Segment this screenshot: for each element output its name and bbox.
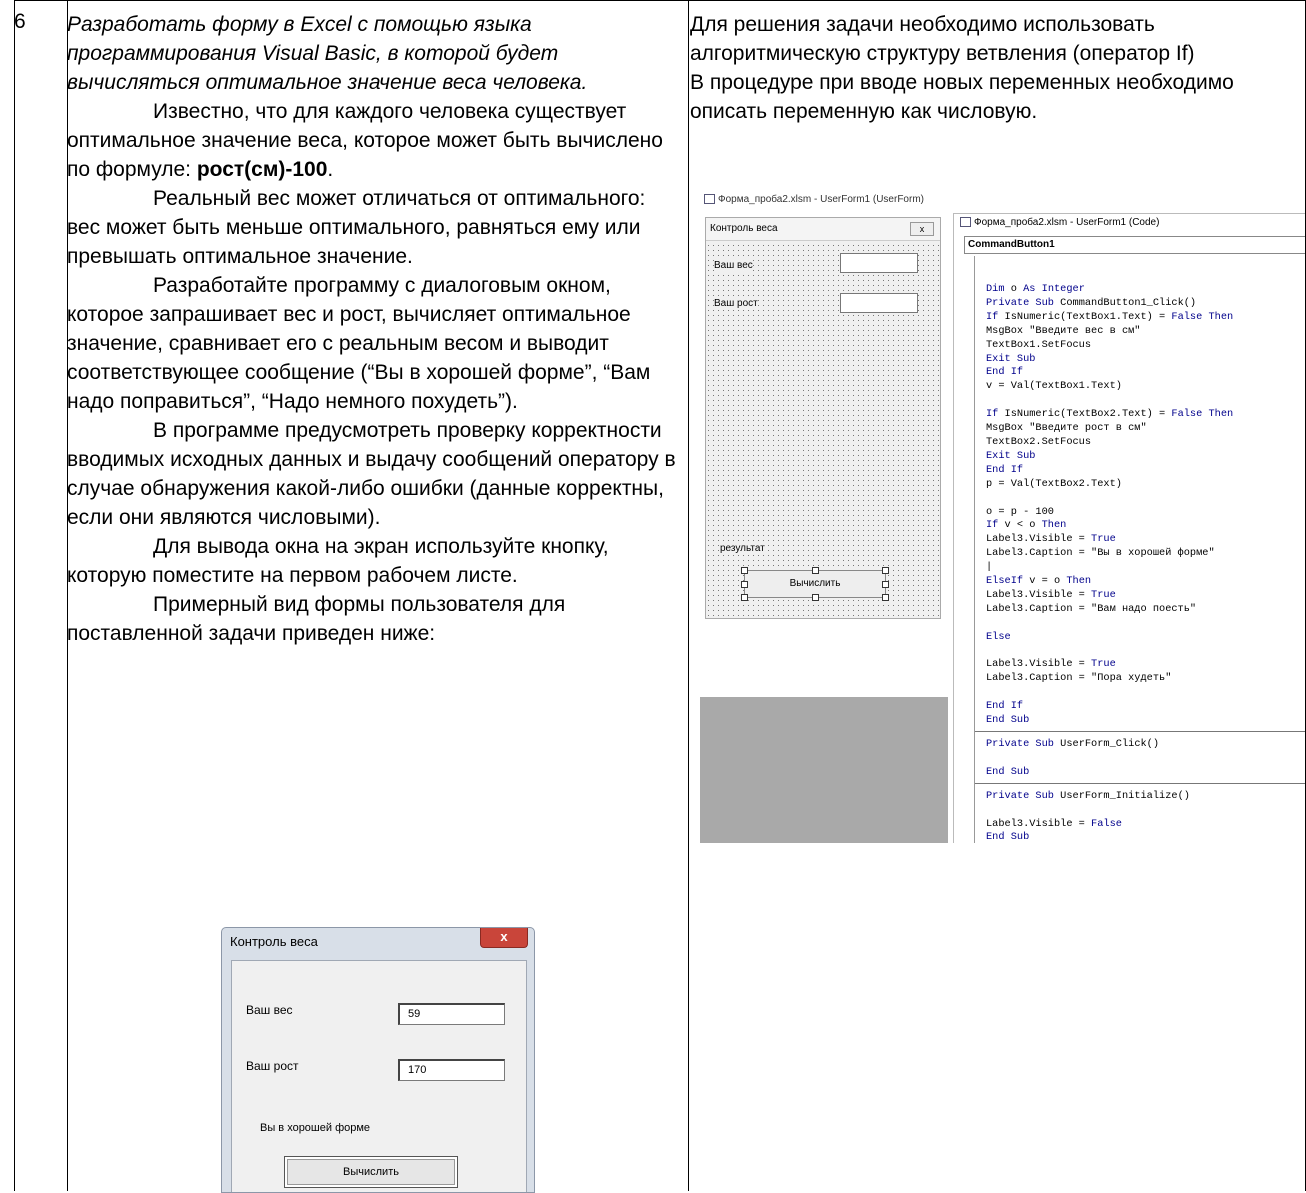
resize-handle[interactable] [812, 594, 819, 601]
vba-editor-screenshot: Форма_проба2.xlsm - UserForm1 (UserForm)… [700, 192, 1305, 843]
designer-label-height: Ваш рост [714, 298, 758, 309]
sample-result-label: Вы в хорошей форме [260, 1122, 371, 1134]
code-line[interactable]: Label3.Visible = True [986, 658, 1305, 672]
resize-handle[interactable] [741, 567, 748, 574]
code-line[interactable]: Label3.Caption = "Вы в хорошей форме" [986, 547, 1305, 561]
vbe-window-title-text: Форма_проба2.xlsm - UserForm1 (UserForm) [718, 194, 924, 205]
code-line[interactable]: | [986, 561, 1305, 575]
procedure-separator [975, 782, 1305, 784]
code-line[interactable]: End If [986, 366, 1305, 380]
designer-calc-button[interactable]: Вычислить [741, 567, 889, 601]
code-icon [960, 217, 971, 228]
resize-handle[interactable] [812, 567, 819, 574]
code-line[interactable] [986, 645, 1305, 659]
row-number: 6 [14, 10, 26, 33]
vbe-empty-area [700, 697, 948, 843]
task-heading: Разработать форму в Excel с помощью язык… [67, 13, 588, 94]
object-combo[interactable]: CommandButton1 [964, 236, 1305, 254]
procedure-separator [975, 731, 1305, 732]
task-description: Разработать форму в Excel с помощью язык… [67, 10, 677, 648]
resize-handle[interactable] [741, 594, 748, 601]
code-line[interactable]: End Sub [986, 766, 1305, 780]
designer-title: Контроль веса [706, 218, 940, 241]
code-line[interactable] [986, 686, 1305, 700]
code-line[interactable]: Label3.Visible = True [986, 589, 1305, 603]
code-line[interactable] [986, 394, 1305, 408]
code-line[interactable] [986, 617, 1305, 631]
designer-label-weight: Ваш вес [714, 260, 753, 271]
code-line[interactable]: End If [986, 700, 1305, 714]
code-line[interactable]: o = p - 100 [986, 506, 1305, 520]
code-line[interactable]: Private Sub UserForm_Initialize() [986, 790, 1305, 804]
sample-form-body: Ваш вес 59 Ваш рост 170 Вы в хорошей фор… [231, 960, 527, 1192]
close-icon[interactable]: x [910, 222, 934, 236]
code-gutter [962, 256, 975, 843]
code-line[interactable]: End Sub [986, 714, 1305, 728]
code-line[interactable]: TextBox2.SetFocus [986, 436, 1305, 450]
sample-textbox-weight[interactable]: 59 [398, 1003, 505, 1025]
code-line[interactable]: Label3.Caption = "Пора худеть" [986, 672, 1305, 686]
column-divider-2 [688, 0, 689, 1191]
code-line[interactable]: Label3.Caption = "Вам надо поесть" [986, 603, 1305, 617]
resize-handle[interactable] [882, 581, 889, 588]
solution-paragraph-2: В процедуре при вводе новых переменных н… [690, 71, 1234, 123]
code-line[interactable]: Else [986, 631, 1305, 645]
code-line[interactable]: Dim o As Integer [986, 283, 1305, 297]
designer-label-result: результат [720, 543, 765, 554]
task-paragraph-4: В программе предусмотреть проверку корре… [67, 419, 676, 529]
task-paragraph-5: Для вывода окна на экран используйте кно… [67, 535, 609, 587]
code-line[interactable]: v = Val(TextBox1.Text) [986, 380, 1305, 394]
code-line[interactable] [986, 752, 1305, 766]
task-paragraph-2: Реальный вес может отличаться от оптимал… [67, 187, 646, 268]
code-line[interactable]: Exit Sub [986, 450, 1305, 464]
resize-handle[interactable] [882, 594, 889, 601]
code-line[interactable]: ElseIf v = o Then [986, 575, 1305, 589]
sample-label-height: Ваш рост [246, 1059, 299, 1073]
userform-icon [704, 194, 715, 205]
sample-textbox-height[interactable]: 170 [398, 1059, 505, 1081]
task-p1-end: . [327, 158, 334, 181]
code-line[interactable]: Private Sub CommandButton1_Click() [986, 297, 1305, 311]
task-p1-text: Известно, что для каждого человека сущес… [67, 100, 663, 181]
designer-calc-button-label: Вычислить [789, 578, 841, 589]
task-paragraph-6: Примерный вид формы пользователя для пос… [67, 593, 566, 645]
code-line[interactable] [986, 492, 1305, 506]
code-line[interactable] [986, 804, 1305, 818]
code-window-title-text: Форма_проба2.xlsm - UserForm1 (Code) [974, 217, 1160, 228]
designer-textbox-height[interactable] [840, 293, 918, 313]
code-line[interactable]: If IsNumeric(TextBox1.Text) = False Then [986, 311, 1305, 325]
solution-paragraph-1: Для решения задачи необходимо использова… [690, 13, 1195, 65]
code-line[interactable]: Exit Sub [986, 353, 1305, 367]
code-line[interactable]: TextBox1.SetFocus [986, 339, 1305, 353]
sample-form-title: Контроль веса [230, 934, 318, 949]
code-window-title: Форма_проба2.xlsm - UserForm1 (Code) [954, 214, 1305, 232]
code-line[interactable]: If IsNumeric(TextBox2.Text) = False Then [986, 408, 1305, 422]
task-paragraph-formula: Известно, что для каждого человека сущес… [67, 97, 677, 184]
resize-handle[interactable] [882, 567, 889, 574]
solution-text: Для решения задачи необходимо использова… [690, 10, 1300, 126]
code-line[interactable]: If v < o Then [986, 519, 1305, 533]
designer-textbox-weight[interactable] [840, 253, 918, 273]
code-line[interactable]: Private Sub UserForm_Click() [986, 738, 1305, 752]
close-icon[interactable]: x [480, 928, 528, 948]
table-top-border [15, 0, 1306, 1]
code-line[interactable]: MsgBox "Введите рост в см" [986, 422, 1305, 436]
sample-label-weight: Ваш вес [246, 1003, 293, 1017]
sample-form: Контроль веса x Ваш вес 59 Ваш рост 170 … [221, 927, 535, 1193]
code-line[interactable]: MsgBox "Введите вес в см" [986, 325, 1305, 339]
code-line[interactable]: p = Val(TextBox2.Text) [986, 478, 1305, 492]
code-window: Форма_проба2.xlsm - UserForm1 (Code) Com… [953, 213, 1305, 843]
code-line[interactable]: End Sub [986, 831, 1305, 843]
task-paragraph-3: Разработайте программу с диалоговым окно… [67, 274, 651, 413]
form-designer: Контроль веса x Ваш вес Ваш рост результ… [705, 217, 941, 619]
calc-button[interactable]: Вычислить [284, 1156, 458, 1188]
code-line[interactable]: End If [986, 464, 1305, 478]
code-text[interactable]: Dim o As Integer Private Sub CommandButto… [975, 283, 1305, 843]
formula: рост(см)-100 [196, 158, 328, 181]
code-line[interactable]: Label3.Visible = False [986, 818, 1305, 832]
code-line[interactable]: Label3.Visible = True [986, 533, 1305, 547]
vbe-window-title: Форма_проба2.xlsm - UserForm1 (UserForm) [700, 192, 924, 208]
resize-handle[interactable] [741, 581, 748, 588]
